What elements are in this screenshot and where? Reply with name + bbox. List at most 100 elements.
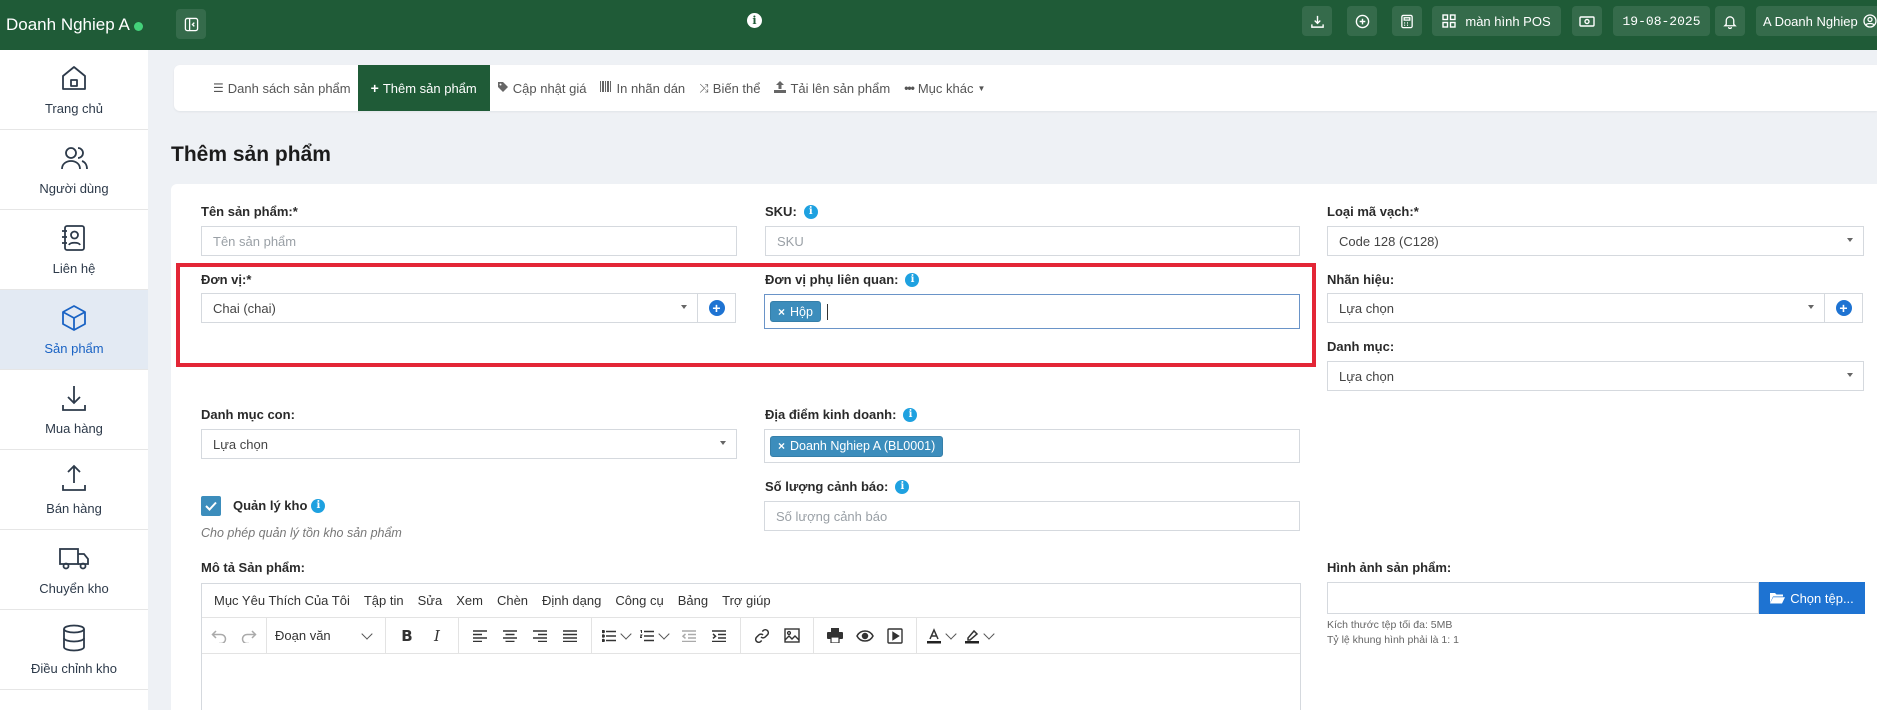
chevron-down-icon[interactable]: [945, 627, 957, 640]
sidebar-item-label: Liên hệ: [52, 261, 96, 276]
tab-variations[interactable]: ⤨ Biến thể: [692, 65, 767, 111]
subcategory-select[interactable]: Lựa chọn: [201, 429, 737, 459]
brand-select[interactable]: Lựa chọn: [1327, 293, 1825, 323]
tag-icon: [497, 81, 509, 96]
tab-more[interactable]: ••• Mục khác ▼: [897, 65, 992, 111]
sidebar-item-purchases[interactable]: Mua hàng: [0, 370, 148, 450]
align-left-icon[interactable]: [465, 622, 495, 650]
align-right-icon[interactable]: [525, 622, 555, 650]
download-button[interactable]: [1302, 6, 1332, 36]
sidebar-item-home[interactable]: Trang chủ: [0, 50, 148, 130]
tab-update-price[interactable]: Cập nhật giá: [490, 65, 594, 111]
product-image-file-input[interactable]: [1327, 582, 1759, 614]
product-name-input[interactable]: Tên sản phẩm: [201, 226, 737, 256]
sidebar-item-contacts[interactable]: Liên hệ: [0, 210, 148, 290]
product-image-label: Hình ảnh sản phẩm:: [1327, 560, 1452, 575]
sidebar-item-stock-adjustment[interactable]: Điều chỉnh kho: [0, 610, 148, 690]
shuffle-icon: ⤨: [699, 80, 709, 95]
product-name-label: Tên sản phẩm:*: [201, 204, 298, 219]
user-menu[interactable]: A Doanh Nghiep: [1756, 6, 1877, 36]
info-icon[interactable]: i: [803, 204, 818, 219]
bullet-list-icon[interactable]: [598, 622, 620, 650]
remove-tag-icon[interactable]: ×: [778, 439, 785, 453]
manage-stock-checkbox[interactable]: [201, 496, 221, 516]
image-size-note: Kích thước tệp tối đa: 5MB: [1327, 619, 1453, 631]
date-display[interactable]: 19-08-2025: [1613, 6, 1710, 36]
align-justify-icon[interactable]: [555, 622, 585, 650]
italic-icon[interactable]: I: [422, 622, 452, 650]
sidebar-item-transfers[interactable]: Chuyển kho: [0, 530, 148, 610]
choose-file-button[interactable]: Chọn tệp...: [1759, 582, 1865, 614]
info-icon[interactable]: i: [903, 407, 918, 422]
sidebar-toggle-button[interactable]: [176, 9, 206, 39]
editor-menu-view[interactable]: Xem: [456, 593, 483, 608]
sidebar-item-sales[interactable]: Bán hàng: [0, 450, 148, 530]
editor-menu-file[interactable]: Tập tin: [364, 593, 404, 608]
undo-icon[interactable]: [204, 622, 234, 650]
category-select[interactable]: Lựa chọn: [1327, 361, 1864, 391]
pos-screen-button[interactable]: màn hình POS: [1432, 6, 1561, 36]
sidebar-toggle-icon: [184, 17, 198, 31]
caret-down-icon: [1847, 373, 1853, 377]
alert-quantity-input[interactable]: Số lượng cảnh báo: [764, 501, 1300, 531]
print-icon[interactable]: [820, 622, 850, 650]
link-icon[interactable]: [747, 622, 777, 650]
image-icon[interactable]: [777, 622, 807, 650]
description-label: Mô tả Sản phẩm:: [201, 560, 306, 575]
add-brand-button[interactable]: +: [1825, 293, 1863, 323]
business-location-multiselect[interactable]: × Doanh Nghiep A (BL0001): [764, 429, 1300, 463]
alert-quantity-label: Số lượng cảnh báo: i: [765, 479, 910, 494]
sidebar-item-products[interactable]: Sản phẩm: [0, 290, 148, 370]
tab-label: Thêm sản phẩm: [382, 80, 477, 96]
location-tag[interactable]: × Doanh Nghiep A (BL0001): [770, 435, 944, 457]
notifications-button[interactable]: [1715, 6, 1745, 36]
info-icon[interactable]: i: [895, 479, 910, 494]
outdent-icon[interactable]: [674, 622, 704, 650]
tab-print-labels[interactable]: In nhãn dán: [593, 65, 692, 111]
align-center-icon[interactable]: [495, 622, 525, 650]
tab-label: Mục khác: [917, 80, 974, 96]
redo-icon[interactable]: [234, 622, 264, 650]
tab-import-products[interactable]: Tải lên sản phẩm: [767, 65, 897, 111]
calculator-button[interactable]: [1392, 6, 1422, 36]
cash-register-button[interactable]: [1572, 6, 1602, 36]
block-format-value: Đoạn văn: [275, 628, 331, 643]
editor-menu-insert[interactable]: Chèn: [497, 593, 528, 608]
editor-menu-tools[interactable]: Công cụ: [615, 593, 663, 608]
top-bar: Doanh Nghiep A i màn hình POS 19-08-2025…: [0, 0, 1877, 50]
category-value: Lựa chọn: [1339, 368, 1394, 384]
editor-menu-format[interactable]: Định dạng: [542, 593, 601, 608]
home-icon: [62, 66, 86, 90]
info-icon[interactable]: i: [311, 498, 326, 513]
chevron-down-icon[interactable]: [620, 627, 632, 640]
tab-label: Tải lên sản phẩm: [790, 80, 891, 96]
info-icon[interactable]: i: [747, 13, 762, 28]
tag-label: Doanh Nghiep A (BL0001): [790, 439, 936, 453]
sidebar-item-users[interactable]: Người dùng: [0, 130, 148, 210]
add-button[interactable]: [1347, 6, 1377, 36]
tab-add-product[interactable]: + Thêm sản phẩm: [357, 65, 490, 111]
brand[interactable]: Doanh Nghiep A: [0, 0, 148, 50]
tab-product-list[interactable]: ☰ Danh sách sản phẩm: [206, 65, 358, 111]
media-icon[interactable]: [880, 622, 910, 650]
block-format-select[interactable]: Đoạn văn: [267, 627, 385, 643]
editor-menu-edit[interactable]: Sửa: [418, 593, 443, 608]
chevron-down-icon[interactable]: [658, 627, 670, 640]
online-status-dot: [133, 21, 143, 31]
text-color-icon[interactable]: [923, 622, 945, 650]
barcode-type-value: Code 128 (C128): [1339, 233, 1439, 249]
sku-input[interactable]: SKU: [765, 226, 1300, 256]
barcode-type-select[interactable]: Code 128 (C128): [1327, 226, 1864, 256]
sidebar-item-label: Sản phẩm: [44, 341, 104, 356]
editor-menu-table[interactable]: Bảng: [678, 593, 708, 608]
indent-icon[interactable]: [704, 622, 734, 650]
bold-icon[interactable]: B: [392, 622, 422, 650]
preview-icon[interactable]: [850, 622, 880, 650]
numbered-list-icon[interactable]: [636, 622, 658, 650]
editor-menu-favorites[interactable]: Mục Yêu Thích Của Tôi: [214, 593, 350, 608]
description-editor[interactable]: Mục Yêu Thích Của Tôi Tập tin Sửa Xem Ch…: [201, 583, 1301, 710]
highlight-color-icon[interactable]: [961, 622, 983, 650]
editor-menu-help[interactable]: Trợ giúp: [722, 593, 771, 608]
chevron-down-icon[interactable]: [983, 627, 995, 640]
sidebar-item-label: Chuyển kho: [39, 581, 109, 596]
